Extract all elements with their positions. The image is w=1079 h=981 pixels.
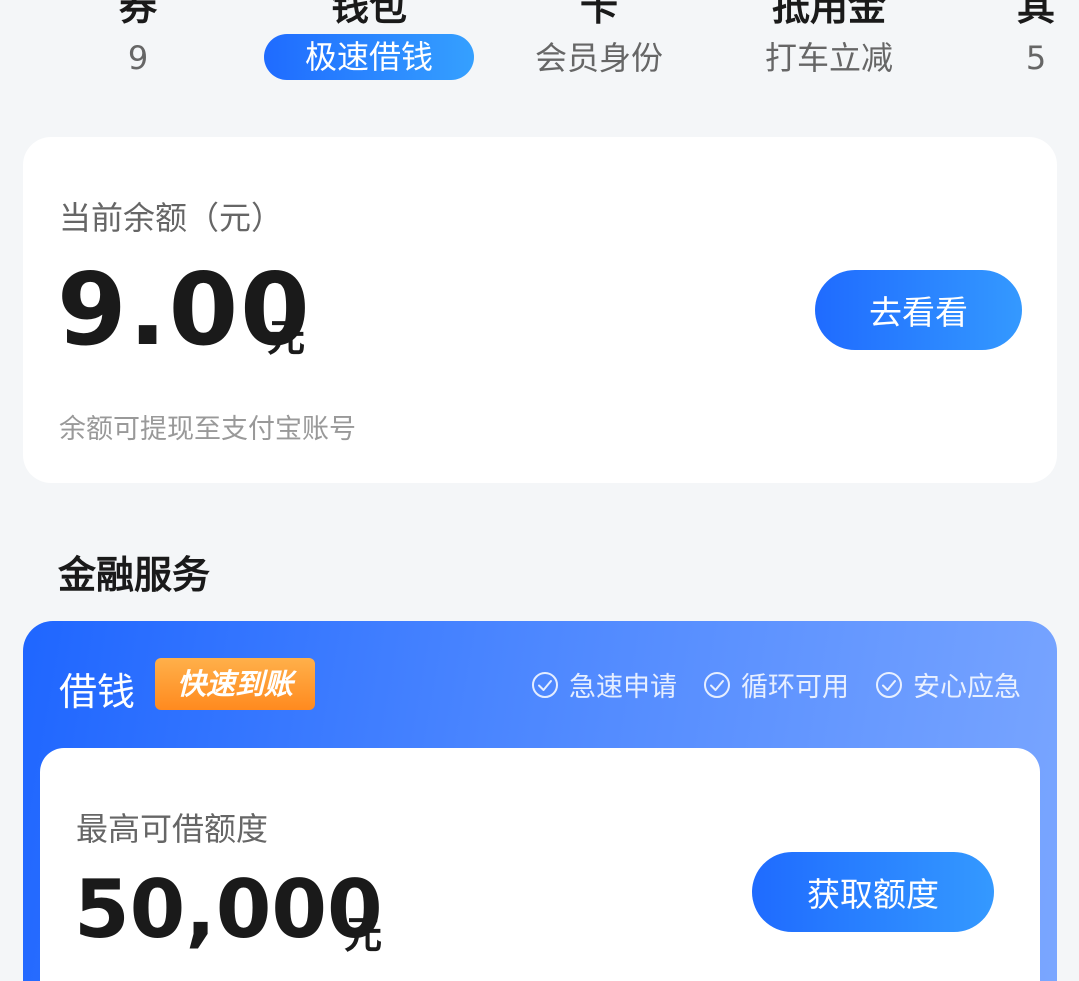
balance-unit: 元 bbox=[267, 316, 306, 360]
tab-wallet[interactable]: 钱包 极速借钱 bbox=[259, 0, 479, 110]
tab-voucher[interactable]: 抵用金 打车立减 bbox=[719, 0, 939, 110]
get-credit-limit-button[interactable]: 获取额度 bbox=[752, 852, 994, 932]
tab-title: 其 bbox=[1016, 0, 1055, 29]
fast-arrival-badge: 快速到账 bbox=[155, 658, 315, 710]
feature-item: 急速申请 bbox=[531, 665, 677, 704]
tab-subtitle-pill: 极速借钱 bbox=[264, 34, 474, 80]
feature-label: 安心应急 bbox=[913, 672, 1021, 703]
check-circle-icon bbox=[532, 671, 558, 698]
feature-item: 安心应急 bbox=[875, 665, 1021, 704]
category-tabs: 券 9 钱包 极速借钱 卡 会员身份 抵用金 打车立减 其 5 bbox=[0, 0, 1079, 110]
tab-title: 券 bbox=[118, 0, 157, 29]
view-balance-button[interactable]: 去看看 bbox=[815, 270, 1022, 350]
loan-limit-unit: 元 bbox=[344, 913, 383, 957]
loan-card: 借钱 快速到账 急速申请 循环可用 安心应急 最高可借额度 50,000 元 获… bbox=[23, 621, 1057, 981]
tab-subtitle: 会员身份 bbox=[534, 39, 663, 77]
tab-title: 抵用金 bbox=[771, 0, 886, 29]
tab-card[interactable]: 卡 会员身份 bbox=[489, 0, 709, 110]
feature-label: 急速申请 bbox=[569, 672, 677, 703]
tab-title: 卡 bbox=[579, 0, 618, 29]
tab-other[interactable]: 其 5 bbox=[1010, 0, 1062, 110]
tab-title: 钱包 bbox=[330, 0, 407, 29]
tab-subtitle: 5 bbox=[1025, 39, 1047, 77]
feature-label: 循环可用 bbox=[741, 672, 849, 703]
balance-label: 当前余额（元） bbox=[59, 199, 284, 237]
feature-item: 循环可用 bbox=[703, 665, 849, 704]
loan-limit-panel: 最高可借额度 50,000 元 获取额度 bbox=[40, 748, 1040, 981]
loan-title: 借钱 bbox=[59, 670, 136, 714]
balance-card: 当前余额（元） 9.00 元 余额可提现至支付宝账号 去看看 bbox=[23, 137, 1057, 483]
check-circle-icon bbox=[704, 671, 730, 698]
tab-coupons[interactable]: 券 9 bbox=[28, 0, 248, 110]
tab-subtitle: 9 bbox=[127, 39, 149, 77]
loan-limit-label: 最高可借额度 bbox=[76, 810, 269, 848]
check-circle-icon bbox=[876, 671, 902, 698]
section-title: 金融服务 bbox=[58, 553, 211, 597]
loan-features: 急速申请 循环可用 安心应急 bbox=[531, 665, 1021, 704]
balance-note: 余额可提现至支付宝账号 bbox=[59, 414, 356, 445]
tab-subtitle: 打车立减 bbox=[764, 39, 893, 77]
loan-limit-amount: 50,000 bbox=[74, 863, 383, 956]
